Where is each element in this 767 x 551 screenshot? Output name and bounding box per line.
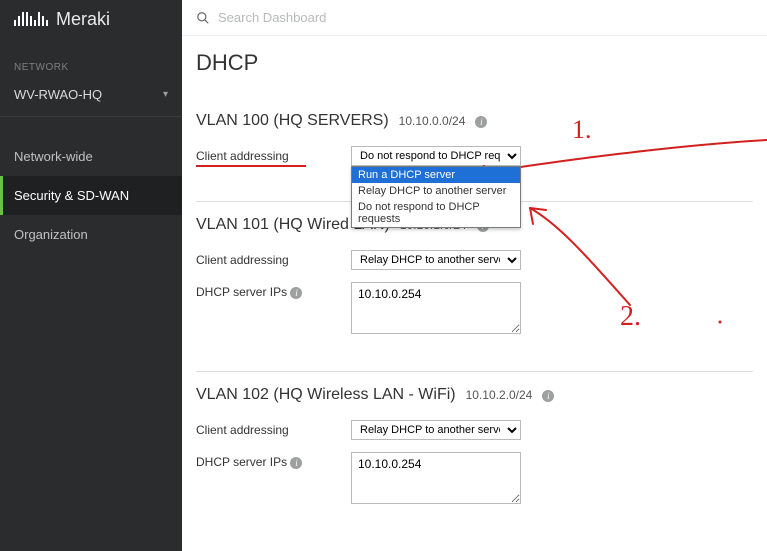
dhcp-server-ips-label: DHCP server IPs i [196,452,351,469]
client-addressing-label: Client addressing [196,420,351,437]
info-icon[interactable]: i [290,287,302,299]
brand-logo: CISCO Meraki [0,0,182,44]
client-addressing-select[interactable]: Relay DHCP to another server [351,420,521,440]
search-icon [196,11,210,25]
nav-item-organization[interactable]: Organization [0,215,182,254]
caret-down-icon: ▾ [163,89,168,100]
dropdown-option-run-dhcp[interactable]: Run a DHCP server [352,167,520,183]
page-title: DHCP [196,50,753,76]
dhcp-server-ips-input[interactable] [351,452,521,504]
search-bar [182,0,767,36]
nav-item-security-sdwan[interactable]: Security & SD-WAN [0,176,182,215]
client-addressing-label: Client addressing [196,146,306,167]
search-input[interactable] [218,10,753,25]
dropdown-option-no-respond[interactable]: Do not respond to DHCP requests [352,199,520,227]
info-icon[interactable]: i [542,390,554,402]
dhcp-server-ips-label: DHCP server IPs i [196,282,351,299]
info-icon[interactable]: i [475,116,487,128]
vlan-section: VLAN 102 (HQ Wireless LAN - WiFi) 10.10.… [196,372,753,541]
content: DHCP VLAN 100 (HQ SERVERS) 10.10.0.0/24 … [182,36,767,541]
main: DHCP VLAN 100 (HQ SERVERS) 10.10.0.0/24 … [182,0,767,551]
dropdown-option-relay[interactable]: Relay DHCP to another server [352,183,520,199]
nav: Network-wide Security & SD-WAN Organizat… [0,137,182,254]
vlan-section: VLAN 100 (HQ SERVERS) 10.10.0.0/24 i Cli… [196,98,753,202]
info-icon[interactable]: i [290,457,302,469]
client-addressing-select[interactable]: Relay DHCP to another server [351,250,521,270]
cisco-bars-icon [14,12,48,26]
vlan-title: VLAN 102 (HQ Wireless LAN - WiFi) [196,386,456,404]
network-selector[interactable]: WV-RWAO-HQ ▾ [0,79,182,117]
network-label: NETWORK [0,44,182,79]
brand-meraki-text: Meraki [56,10,110,28]
client-addressing-select[interactable]: Do not respond to DHCP requests [351,146,521,166]
client-addressing-dropdown: Run a DHCP server Relay DHCP to another … [351,166,521,228]
client-addressing-label: Client addressing [196,250,351,267]
network-value: WV-RWAO-HQ [14,87,102,102]
nav-item-network-wide[interactable]: Network-wide [0,137,182,176]
sidebar: CISCO Meraki NETWORK WV-RWAO-HQ ▾ Networ… [0,0,182,551]
vlan-subnet: 10.10.2.0/24 [466,388,533,402]
vlan-title: VLAN 100 (HQ SERVERS) [196,112,389,130]
dhcp-server-ips-input[interactable] [351,282,521,334]
vlan-subnet: 10.10.0.0/24 [399,114,466,128]
